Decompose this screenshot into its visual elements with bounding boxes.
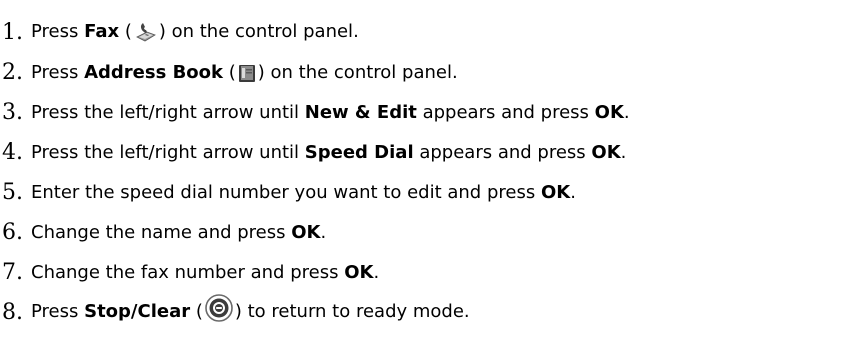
menu-name-new-edit: New & Edit bbox=[304, 101, 417, 123]
step-3: 3. Press the left/right arrow until New … bbox=[0, 92, 630, 132]
step-text: Change the name and press OK. bbox=[31, 221, 327, 243]
step-text: Press Stop/Clear ( ) to return to ready … bbox=[31, 294, 470, 323]
button-name-ok: OK bbox=[591, 141, 621, 163]
step-8: 8. Press Stop/Clear ( ) to return to rea… bbox=[0, 292, 630, 332]
step-text: Press the left/right arrow until New & E… bbox=[31, 101, 630, 123]
stop-clear-icon bbox=[204, 293, 234, 323]
step-text: Enter the speed dial number you want to … bbox=[31, 181, 576, 203]
step-number: 7. bbox=[2, 259, 23, 285]
address-book-icon bbox=[237, 63, 257, 83]
step-1: 1. Press Fax ( ) on the control panel. bbox=[0, 12, 630, 52]
step-7: 7. Change the fax number and press OK. bbox=[0, 252, 630, 292]
button-name-address-book: Address Book bbox=[84, 61, 224, 83]
step-number: 4. bbox=[2, 139, 23, 165]
step-2: 2. Press Address Book ( ) on the control… bbox=[0, 52, 630, 92]
step-number: 6. bbox=[2, 219, 23, 245]
step-number: 1. bbox=[2, 19, 23, 45]
button-name-ok: OK bbox=[344, 261, 374, 283]
step-number: 3. bbox=[2, 99, 23, 125]
menu-name-speed-dial: Speed Dial bbox=[304, 141, 414, 163]
step-text: Press Address Book ( ) on the control pa… bbox=[31, 61, 458, 83]
step-text: Change the fax number and press OK. bbox=[31, 261, 380, 283]
step-4: 4. Press the left/right arrow until Spee… bbox=[0, 132, 630, 172]
button-name-fax: Fax bbox=[84, 21, 120, 42]
step-text: Press the left/right arrow until Speed D… bbox=[31, 141, 627, 163]
fax-icon bbox=[133, 20, 158, 44]
step-number: 2. bbox=[2, 59, 23, 85]
step-text: Press Fax ( ) on the control panel. bbox=[31, 20, 359, 44]
step-number: 8. bbox=[2, 299, 23, 325]
button-name-ok: OK bbox=[291, 221, 321, 243]
button-name-stop-clear: Stop/Clear bbox=[84, 301, 191, 322]
step-5: 5. Enter the speed dial number you want … bbox=[0, 172, 630, 212]
step-6: 6. Change the name and press OK. bbox=[0, 212, 630, 252]
button-name-ok: OK bbox=[594, 101, 624, 123]
instruction-steps-list: 1. Press Fax ( ) on the control panel. 2… bbox=[0, 12, 630, 332]
step-number: 5. bbox=[2, 179, 23, 205]
button-name-ok: OK bbox=[540, 181, 571, 203]
